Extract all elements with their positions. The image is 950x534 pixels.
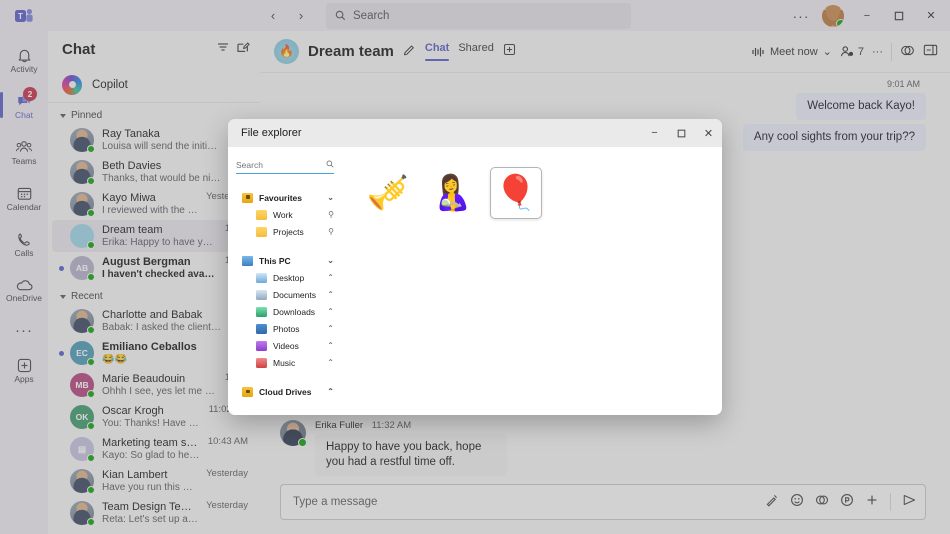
chevron-up-icon[interactable]: ⌃ (327, 273, 334, 282)
music-icon (256, 357, 267, 368)
file-explorer-content: 🎺 🤱 🎈 (340, 147, 722, 415)
cloud-drives-icon (242, 386, 253, 397)
file-explorer-body: Search Favourites ⌄ Work ⚲ Projects ⚲ This PC ⌄… (228, 147, 722, 415)
tree-item-music[interactable]: Music ⌃ (236, 354, 340, 371)
folder-icon (256, 209, 267, 220)
hug-illustration-thumbnail[interactable]: 🤱 (426, 167, 478, 219)
thumbnail-image: 🎺 (366, 174, 410, 212)
tree-item-videos[interactable]: Videos ⌃ (236, 337, 340, 354)
thumbnail-grid[interactable]: 🎺 🤱 🎈 (362, 167, 722, 219)
videos-icon (256, 340, 267, 351)
tree-item-documents[interactable]: Documents ⌃ (236, 286, 340, 303)
chevron-up-icon[interactable]: ⌃ (327, 290, 334, 299)
tree-item-this-pc[interactable]: This PC ⌄ (236, 252, 340, 269)
chevron-up-icon[interactable]: ⌃ (327, 387, 334, 396)
tree-item-work[interactable]: Work ⚲ (236, 206, 340, 223)
tree-item-photos[interactable]: Photos ⌃ (236, 320, 340, 337)
tree-item-label: This PC (259, 255, 291, 266)
tree-item-label: Projects (273, 226, 304, 237)
downloads-icon (256, 306, 267, 317)
thumbnail-image: 🤱 (430, 174, 474, 212)
dialog-minimize-button[interactable]: − (641, 119, 668, 147)
tree-item-label: Favourites (259, 192, 302, 203)
chevron-up-icon[interactable]: ⌃ (327, 341, 334, 350)
trumpet-player-statue-thumbnail[interactable]: 🎺 (362, 167, 414, 219)
tree-item-label: Cloud Drives (259, 386, 312, 397)
pc-icon (242, 255, 253, 266)
tree-item-label: Videos (273, 340, 299, 351)
hot-air-balloon-thumbnail[interactable]: 🎈 (490, 167, 542, 219)
dialog-close-button[interactable]: ✕ (695, 119, 722, 147)
tree-item-label: Downloads (273, 306, 316, 317)
screen: T ‹ › Search ··· − ✕ Activity 2 Chat Tea… (0, 0, 950, 534)
chevron-down-icon[interactable]: ⌄ (327, 256, 334, 265)
desktop-icon (256, 272, 267, 283)
favourites-folder-icon (242, 192, 253, 203)
thumbnail-image: 🎈 (494, 174, 538, 212)
file-tree[interactable]: Favourites ⌄ Work ⚲ Projects ⚲ This PC ⌄ Desktop… (236, 189, 340, 400)
tree-item-favourites[interactable]: Favourites ⌄ (236, 189, 340, 206)
file-explorer-window-controls: − ✕ (641, 119, 722, 147)
file-explorer-title-bar: File explorer − ✕ (228, 119, 722, 147)
pin-icon[interactable]: ⚲ (328, 227, 334, 236)
dialog-maximize-button[interactable] (668, 119, 695, 147)
photos-icon (256, 323, 267, 334)
pin-icon[interactable]: ⚲ (328, 210, 334, 219)
tree-item-downloads[interactable]: Downloads ⌃ (236, 303, 340, 320)
file-explorer-dialog: File explorer − ✕ Search Favourites ⌄ Wo… (228, 119, 722, 415)
chevron-up-icon[interactable]: ⌃ (327, 324, 334, 333)
tree-item-label: Music (273, 357, 296, 368)
tree-item-label: Work (273, 209, 293, 220)
file-explorer-sidebar: Search Favourites ⌄ Work ⚲ Projects ⚲ This PC ⌄… (228, 147, 340, 415)
chevron-up-icon[interactable]: ⌃ (327, 358, 334, 367)
search-icon (326, 160, 334, 170)
chevron-up-icon[interactable]: ⌃ (327, 307, 334, 316)
tree-item-projects[interactable]: Projects ⚲ (236, 223, 340, 240)
tree-item-label: Desktop (273, 272, 305, 283)
file-explorer-search-placeholder: Search (236, 159, 263, 170)
file-explorer-search-box[interactable]: Search (236, 156, 334, 174)
tree-item-desktop[interactable]: Desktop ⌃ (236, 269, 340, 286)
chevron-down-icon[interactable]: ⌄ (327, 193, 334, 202)
file-explorer-title: File explorer (241, 127, 302, 139)
tree-item-cloud-drives[interactable]: Cloud Drives ⌃ (236, 383, 340, 400)
maximize-icon (677, 129, 686, 137)
documents-icon (256, 289, 267, 300)
tree-item-label: Photos (273, 323, 300, 334)
folder-icon (256, 226, 267, 237)
tree-item-label: Documents (273, 289, 316, 300)
